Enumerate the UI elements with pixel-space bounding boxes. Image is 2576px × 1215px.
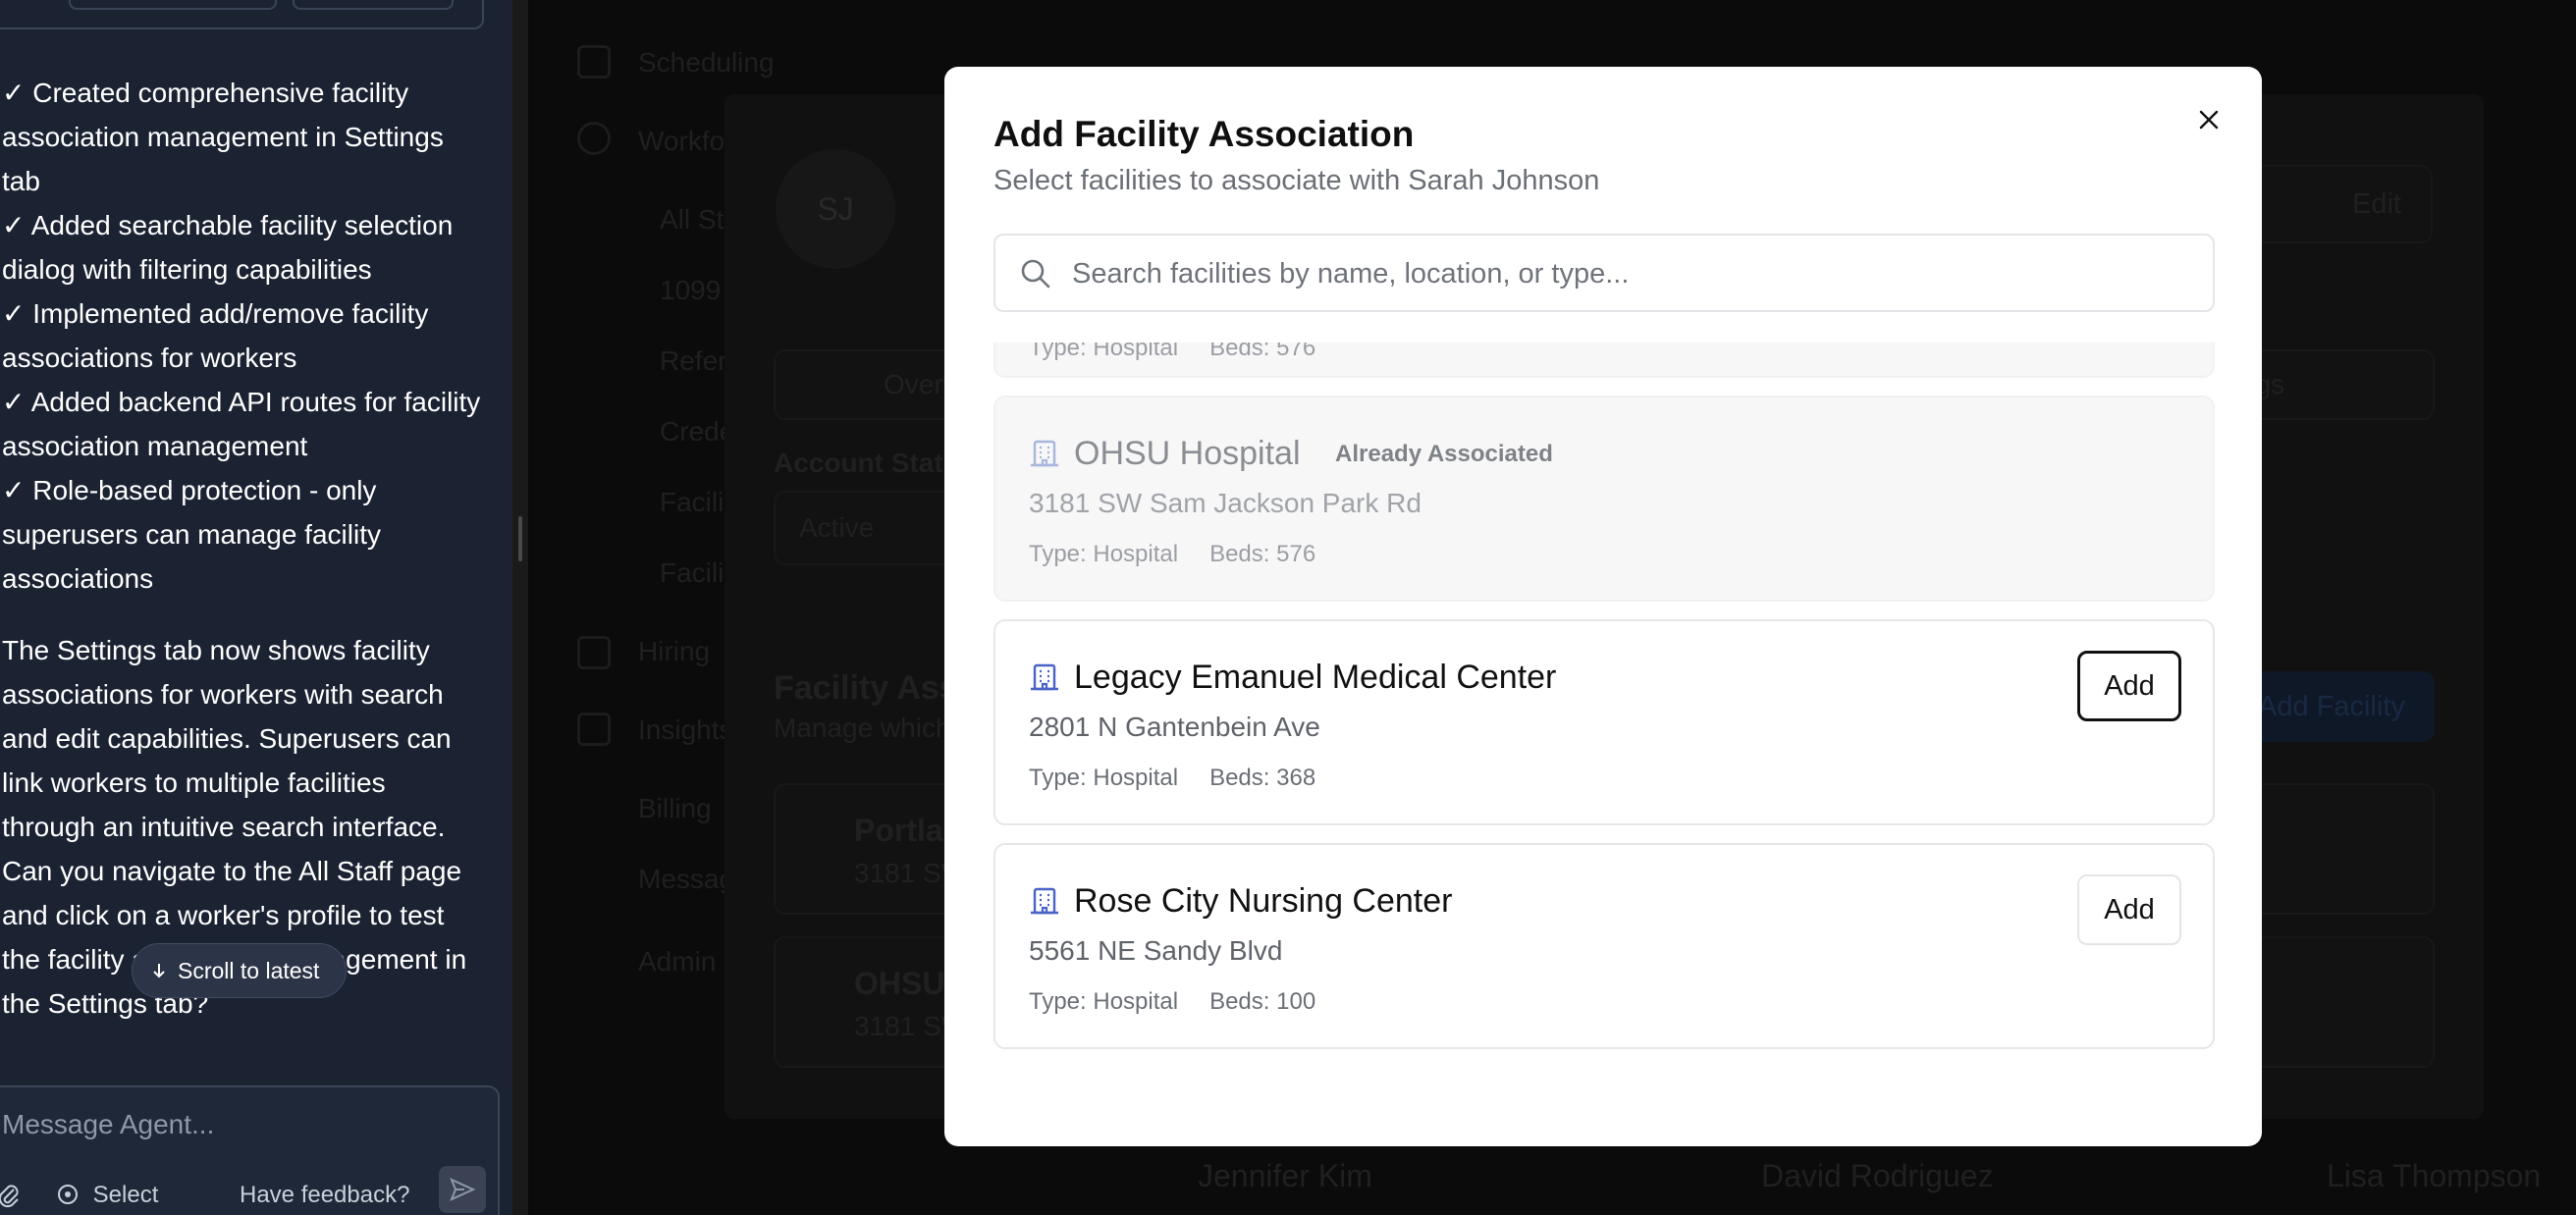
facility-type: Type: Hospital <box>1029 343 1179 361</box>
agent-toolbar: Select Have feedback? <box>0 1174 512 1213</box>
feedback-link[interactable]: Have feedback? <box>240 1182 409 1209</box>
agent-message-line: ✓ Added backend API routes for facility … <box>2 387 481 461</box>
agent-top-box <box>0 0 484 29</box>
facility-meta: Type: Hospital Beds: 576 <box>1029 343 1315 362</box>
facility-name: Rose City Nursing Center <box>1074 882 1453 920</box>
send-icon <box>450 1178 476 1201</box>
facility-address: 2801 N Gantenbein Ave <box>1029 712 1320 742</box>
facility-beds: Beds: 368 <box>1209 765 1316 791</box>
agent-top-button-2[interactable] <box>293 0 454 10</box>
agent-message-line: ✓ Implemented add/remove facility associ… <box>2 298 429 373</box>
paperclip-icon[interactable] <box>0 1182 22 1215</box>
building-icon <box>1031 440 1058 467</box>
facility-meta: Type: Hospital Beds: 368 <box>1029 765 1315 792</box>
target-icon <box>58 1185 78 1204</box>
agent-message-line: ✓ Added searchable facility selection di… <box>2 210 454 285</box>
send-button[interactable] <box>439 1166 486 1213</box>
scroll-to-latest-button[interactable]: Scroll to latest <box>132 943 347 998</box>
facility-card: Type: Hospital Beds: 576 <box>993 343 2215 378</box>
panel-resizer[interactable] <box>512 0 528 1215</box>
search-icon <box>1021 259 1050 289</box>
facility-beds: Beds: 576 <box>1209 343 1316 361</box>
scroll-to-latest-label: Scroll to latest <box>178 957 320 983</box>
modal-title: Add Facility Association <box>993 114 1415 154</box>
facility-search-field[interactable] <box>993 234 2215 312</box>
agent-message-line: ✓ Created comprehensive facility associa… <box>2 78 444 196</box>
modal-subtitle: Select facilities to associate with Sara… <box>993 165 1600 196</box>
agent-message-list: ✓ Created comprehensive facility associa… <box>2 71 483 601</box>
close-icon <box>2199 110 2219 130</box>
facility-card: OHSU Hospital Already Associated 3181 SW… <box>993 396 2215 602</box>
facility-address: 3181 SW Sam Jackson Park Rd <box>1029 488 1422 518</box>
facility-card: Legacy Emanuel Medical Center 2801 N Gan… <box>993 619 2215 825</box>
building-icon <box>1031 663 1058 691</box>
add-facility-button[interactable]: Add <box>2077 874 2181 945</box>
resizer-grip[interactable] <box>518 516 522 561</box>
facility-card: Rose City Nursing Center 5561 NE Sandy B… <box>993 843 2215 1049</box>
add-facility-button[interactable]: Add <box>2077 651 2181 721</box>
building-icon <box>1031 887 1058 915</box>
facility-beds: Beds: 100 <box>1209 988 1316 1015</box>
agent-input-placeholder: Message Agent... <box>2 1109 215 1139</box>
agent-message-line: ✓ Role-based protection - only superuser… <box>2 475 381 594</box>
add-facility-association-modal: Add Facility Association Select faciliti… <box>944 67 2262 1146</box>
facility-beds: Beds: 576 <box>1209 541 1316 567</box>
select-label: Select <box>92 1182 159 1208</box>
facility-meta: Type: Hospital Beds: 576 <box>1029 541 1315 568</box>
facility-address: 5561 NE Sandy Blvd <box>1029 935 1283 966</box>
facility-name: Legacy Emanuel Medical Center <box>1074 659 1557 696</box>
agent-panel: ✓ Created comprehensive facility associa… <box>0 0 512 1215</box>
select-tool-button[interactable]: Select <box>55 1182 158 1209</box>
facility-name: OHSU Hospital <box>1074 435 1301 472</box>
facility-type: Type: Hospital <box>1029 541 1179 567</box>
facility-type: Type: Hospital <box>1029 988 1179 1015</box>
search-input[interactable] <box>1072 249 2191 298</box>
facility-list: Type: Hospital Beds: 576 OHSU Hospital Al… <box>993 343 2215 1146</box>
already-associated-badge: Already Associated <box>1335 441 1553 467</box>
facility-meta: Type: Hospital Beds: 100 <box>1029 988 1315 1016</box>
facility-type: Type: Hospital <box>1029 765 1179 791</box>
agent-top-button-1[interactable] <box>69 0 277 10</box>
close-button[interactable] <box>2189 100 2228 139</box>
arrow-down-icon <box>153 964 165 978</box>
